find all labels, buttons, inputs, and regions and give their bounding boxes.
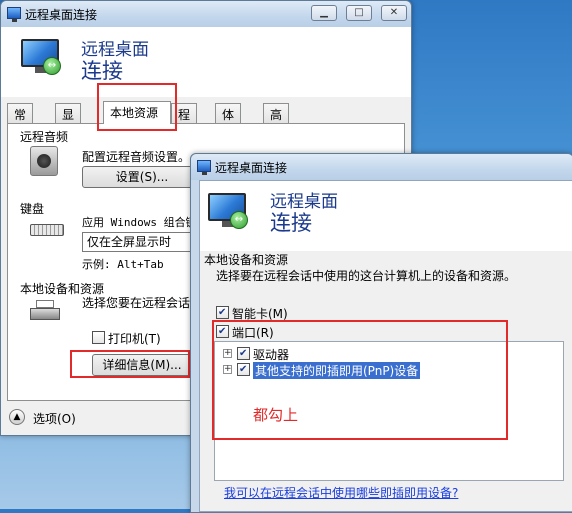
tab-advanced[interactable]: 高级 [263,103,290,139]
keyboard-icon [30,224,64,236]
keyboard-description: 应用 Windows 组合键 [82,216,197,229]
front-window-title: 远程桌面连接 [215,161,288,175]
printer-checkbox[interactable] [92,331,105,344]
tab-local-resources[interactable]: 本地资源 [103,101,171,124]
remote-desktop-icon [197,160,211,175]
tab-display[interactable]: 显示 [55,103,82,139]
monitor-icon: ↔ [208,193,248,229]
maximize-button[interactable]: □ [346,5,372,21]
keyboard-group-title: 键盘 [20,202,45,216]
close-button[interactable]: ✕ [381,5,407,21]
pnp-help-link[interactable]: 我可以在远程会话中使用哪些即插即用设备? [224,484,458,501]
audio-group-title: 远程音频 [20,130,69,144]
smart-card-checkbox[interactable] [216,306,229,319]
banner-title-line2: 连接 [81,59,123,83]
keyboard-mode-select[interactable]: 仅在全屏显示时 [82,232,202,252]
monitor-icon: ↔ [21,39,61,75]
highlight-details-button [70,350,190,378]
minimize-button[interactable]: ▁ [311,5,337,21]
audio-description: 配置远程音频设置。 [82,150,191,164]
tab-experience[interactable]: 体验 [215,103,242,139]
speaker-icon [30,146,58,176]
front-window-titlebar[interactable]: 远程桌面连接 [191,154,572,180]
section-title: 本地设备和资源 [204,253,289,267]
back-window-banner: ↔ 远程桌面 连接 [1,27,411,97]
keyboard-mode-value: 仅在全屏显示时 [87,235,172,249]
back-window-title: 远程桌面连接 [25,8,98,22]
instruction-text: 选择要在远程会话中使用的这台计算机上的设备和资源。 [216,269,517,283]
keyboard-example: 示例: Alt+Tab [82,258,164,271]
front-window-banner: ↔ 远程桌面 连接 [200,181,572,251]
tab-general[interactable]: 常规 [7,103,34,139]
printer-icon [30,300,64,326]
back-window-titlebar[interactable]: 远程桌面连接 ▁ □ ✕ [1,1,411,27]
local-devices-description: 选择您要在远程会话 [82,296,191,310]
banner-title-line2: 连接 [270,211,312,235]
collapse-up-icon: ▲ [9,409,25,425]
printer-label: 打印机(T) [108,332,161,346]
highlight-device-tree [212,320,508,440]
remote-desktop-icon [7,7,21,22]
options-label: 选项(O) [33,412,76,426]
audio-settings-button[interactable]: 设置(S)... [82,166,202,188]
